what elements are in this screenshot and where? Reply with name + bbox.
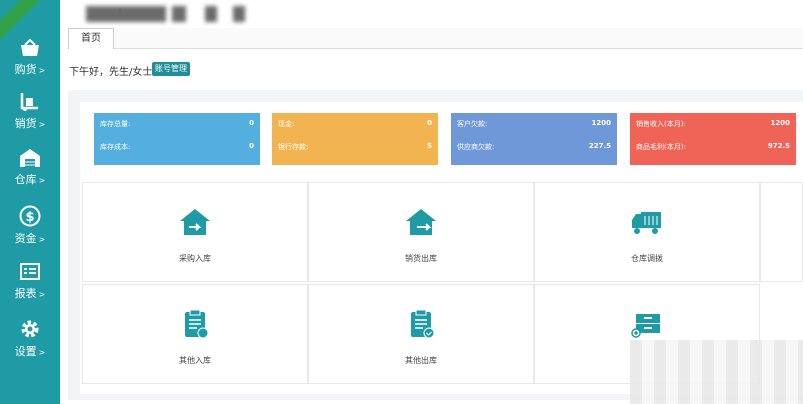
clipboard-in-icon (185, 309, 209, 339)
stat-card-receivables[interactable]: 客户欠款: 1200 供应商欠款: 227.5 (451, 113, 617, 165)
basket-icon (21, 38, 39, 56)
sidebar-item-label: 设置 (14, 345, 37, 358)
stat-value: 0 (249, 142, 254, 150)
house-arrow-out-icon (406, 209, 436, 235)
stat-label: 库存成本: (100, 143, 131, 151)
stat-card-sales[interactable]: 销售收入(本月): 1200 商品毛利(本月): 972.5 (630, 113, 796, 165)
house-arrow-in-icon (180, 209, 210, 235)
sidebar-item-label: 仓库 (14, 173, 37, 186)
corner-ribbon (0, 0, 44, 40)
tile-label: 销货出库 (405, 254, 437, 263)
clipboard-out-icon (411, 309, 435, 339)
tile-label: 仓库调拨 (631, 254, 663, 263)
truck-icon (632, 212, 661, 234)
sidebar-item-label: 购货 (14, 63, 37, 76)
tab-home[interactable]: 首页 (68, 28, 114, 49)
dolly-icon (20, 93, 38, 111)
sidebar: 购货 > 销货 > 仓库 > $ 资金 > 报表 > 设置 > (0, 0, 60, 404)
tile-other-out[interactable]: 其他出库 (308, 284, 534, 384)
tile-label: 采购入库 (179, 254, 211, 263)
tile-transfer[interactable]: 仓库调拨 (534, 182, 760, 282)
tile-partial[interactable] (760, 182, 803, 282)
warehouse-icon (20, 149, 40, 167)
stat-label: 供应商欠款: (457, 143, 495, 151)
stat-card-cash[interactable]: 现金: 0 银行存款: 5 (272, 113, 438, 165)
sidebar-item-label: 报表 (14, 287, 37, 300)
brand-title-blurred (233, 6, 245, 22)
tab-bar: 首页 (68, 28, 803, 49)
stat-value: 0 (249, 119, 254, 127)
sidebar-item-purchase[interactable]: 购货 > (0, 38, 60, 92)
stat-value: 972.5 (767, 142, 790, 150)
sidebar-item-warehouse[interactable]: 仓库 > (0, 148, 60, 202)
drawer-plus-icon (631, 314, 660, 338)
pixelated-overlay (630, 340, 803, 404)
sidebar-item-reports[interactable]: 报表 > (0, 262, 60, 316)
stat-label: 客户欠款: (457, 120, 488, 128)
gear-icon (21, 320, 39, 338)
tile-sales-out[interactable]: 销货出库 (308, 182, 534, 282)
tab-dropdown-icon[interactable]: ▾ (112, 3, 128, 19)
account-manage-button[interactable]: 账号管理 (152, 62, 190, 76)
stat-label: 银行存款: (278, 143, 309, 151)
stat-label: 商品毛利(本月): (636, 143, 686, 151)
report-icon (20, 263, 40, 280)
stat-value: 0 (427, 119, 432, 127)
svg-text:$: $ (25, 210, 34, 225)
stat-label: 销售收入(本月): (636, 120, 686, 128)
stat-label: 库存总量: (100, 120, 131, 128)
dollar-circle-icon: $ (19, 205, 41, 227)
sidebar-item-label: 销货 (14, 117, 37, 130)
tile-other-in[interactable]: 其他入库 (82, 284, 308, 384)
stat-value: 5 (427, 142, 432, 150)
tile-label: 其他入库 (179, 356, 211, 365)
greeting-text: 下午好，先生/女士 (69, 67, 153, 78)
sidebar-item-funds[interactable]: $ 资金 > (0, 205, 60, 259)
tile-label: 其他出库 (405, 356, 437, 365)
stat-value: 1200 (770, 119, 790, 127)
stat-card-inventory[interactable]: 库存总量: 0 库存成本: 0 (94, 113, 260, 165)
stat-value: 1200 (591, 119, 611, 127)
sidebar-item-label: 资金 (14, 232, 37, 245)
brand-title-blurred (172, 6, 186, 22)
tile-purchase-in[interactable]: 采购入库 (82, 182, 308, 282)
sidebar-item-sales[interactable]: 销货 > (0, 92, 60, 146)
sidebar-item-settings[interactable]: 设置 > (0, 318, 60, 372)
brand-title-blurred (205, 6, 217, 22)
stat-value: 227.5 (588, 142, 611, 150)
stat-label: 现金: (278, 120, 295, 128)
